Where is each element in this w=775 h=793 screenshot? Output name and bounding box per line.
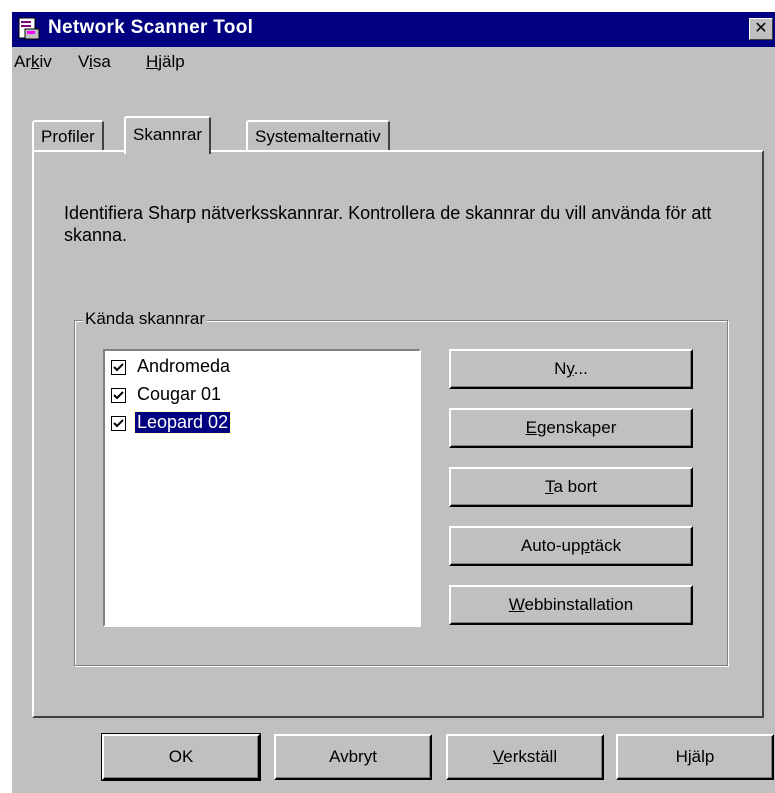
intro-text: Identifiera Sharp nätverksskannrar. Kont…	[64, 203, 712, 245]
title-bar[interactable]: Network Scanner Tool ✕	[12, 12, 775, 47]
menu-arkiv[interactable]: Arkiv	[14, 52, 52, 72]
checkmark-icon	[113, 391, 124, 400]
tab-profiler[interactable]: Profiler	[32, 120, 104, 152]
checkbox[interactable]	[111, 360, 126, 375]
apply-button[interactable]: Verkställ	[446, 734, 604, 780]
scanner-name: Cougar 01	[137, 384, 222, 404]
scanner-name: Andromeda	[137, 356, 231, 376]
checkbox[interactable]	[111, 416, 126, 431]
scanner-listbox[interactable]: Andromeda Cougar 01 Leopard 02	[103, 349, 421, 627]
window-title: Network Scanner Tool	[48, 17, 254, 38]
scanner-app-icon	[16, 16, 42, 42]
new-button[interactable]: Ny...	[449, 349, 693, 389]
menu-visa[interactable]: Visa	[78, 52, 111, 72]
checkmark-icon	[113, 419, 124, 428]
help-button[interactable]: Hjälp	[616, 734, 774, 780]
known-scanners-group: Kända skannrar Andromeda Cougar 01 Leopa…	[74, 309, 728, 666]
checkbox[interactable]	[111, 388, 126, 403]
cancel-button[interactable]: Avbryt	[274, 734, 432, 780]
checkmark-icon	[113, 363, 124, 372]
remove-button[interactable]: Ta bort	[449, 467, 693, 507]
properties-button[interactable]: Egenskaper	[449, 408, 693, 448]
list-item[interactable]: Andromeda	[111, 355, 391, 379]
tab-systemalternativ[interactable]: Systemalternativ	[246, 120, 390, 152]
list-item[interactable]: Cougar 01	[111, 383, 391, 407]
scanner-name-selected: Leopard 02	[133, 411, 232, 434]
dialog-window: Network Scanner Tool ✕ Arkiv Visa Hjälp …	[10, 10, 775, 793]
auto-discover-button[interactable]: Auto-upptäck	[449, 526, 693, 566]
tab-panel-skannrar: Identifiera Sharp nätverksskannrar. Kont…	[32, 150, 764, 718]
tab-strip: Profiler Skannrar Systemalternativ	[32, 106, 432, 154]
list-item[interactable]: Leopard 02	[111, 411, 391, 435]
menu-hjalp[interactable]: Hjälp	[146, 52, 185, 72]
menu-bar: Arkiv Visa Hjälp	[12, 50, 775, 76]
close-button[interactable]: ✕	[749, 18, 773, 40]
close-icon: ✕	[754, 20, 768, 37]
ok-button[interactable]: OK	[101, 733, 261, 781]
web-install-button[interactable]: Webbinstallation	[449, 585, 693, 625]
tab-skannrar[interactable]: Skannrar	[124, 116, 211, 154]
group-legend: Kända skannrar	[83, 309, 208, 329]
